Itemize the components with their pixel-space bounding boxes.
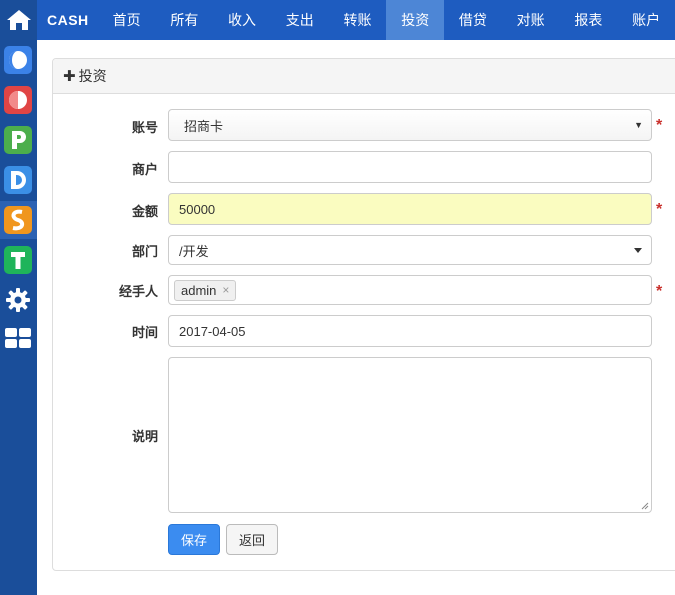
handler-tag-label: admin [181,282,217,298]
panel-title: 投资 [78,68,107,84]
app-p-icon[interactable] [4,126,32,154]
nav-item-home[interactable]: 首页 [98,0,156,40]
note-textarea[interactable] [168,357,652,513]
nav-item-loan[interactable]: 借贷 [444,0,502,40]
app-sidebar [0,0,37,595]
save-button[interactable]: 保存 [168,524,220,555]
app-d-icon[interactable] [4,166,32,194]
home-icon[interactable] [0,0,37,40]
department-select[interactable]: /开发 [168,235,652,265]
resize-handle-icon[interactable] [641,502,649,510]
amount-label: 金额 [131,204,158,219]
handler-label: 经手人 [118,284,158,299]
nav-item-all[interactable]: 所有 [155,0,213,40]
back-button[interactable]: 返回 [226,524,278,555]
gear-icon[interactable] [2,285,34,315]
required-mark: * [656,117,663,134]
app-t-icon[interactable] [4,246,32,274]
grid-icon[interactable] [3,325,33,351]
app-c-icon[interactable] [4,46,32,74]
note-label: 说明 [131,429,158,444]
department-label: 部门 [131,244,158,259]
plus-icon: ✚ [63,68,76,85]
account-label: 账号 [131,120,158,135]
nav-item-expense[interactable]: 支出 [271,0,329,40]
time-value: 2017-04-05 [179,323,246,339]
top-nav: CASH 首页 所有 收入 支出 转账 投资 借贷 对账 报表 账户 [37,0,675,40]
nav-item-reports[interactable]: 报表 [560,0,618,40]
panel-header: ✚ 投资 [53,59,675,94]
nav-item-accounts[interactable]: 账户 [617,0,675,40]
nav-item-reconcile[interactable]: 对账 [502,0,560,40]
chevron-down-icon [634,248,642,253]
chevron-down-icon: ▼ [634,120,643,130]
department-select-value: /开发 [179,243,209,259]
nav-item-transfer[interactable]: 转账 [329,0,387,40]
merchant-label: 商户 [131,162,158,177]
amount-value: 50000 [179,201,216,217]
brand-logo[interactable]: CASH [37,0,98,40]
required-mark: * [656,201,663,218]
merchant-input[interactable] [168,151,652,183]
close-icon[interactable]: × [222,283,229,297]
app-o-icon[interactable] [4,86,32,114]
required-mark: * [656,283,663,300]
account-select-value: 招商卡 [184,118,224,134]
time-input[interactable]: 2017-04-05 [168,315,652,347]
nav-item-income[interactable]: 收入 [213,0,271,40]
time-label: 时间 [131,325,158,340]
app-s-icon[interactable] [4,206,32,234]
amount-input[interactable]: 50000 [168,193,652,225]
account-select[interactable]: 招商卡 ▼ [168,109,652,141]
nav-item-investment[interactable]: 投资 [386,0,445,40]
investment-panel: ✚ 投资 账号 招商卡 ▼ * 商户 金额 50000 * 部门 /开发 经手人… [52,58,675,571]
handler-tag: admin × [174,279,237,301]
handler-multiselect[interactable]: admin × [168,275,652,305]
